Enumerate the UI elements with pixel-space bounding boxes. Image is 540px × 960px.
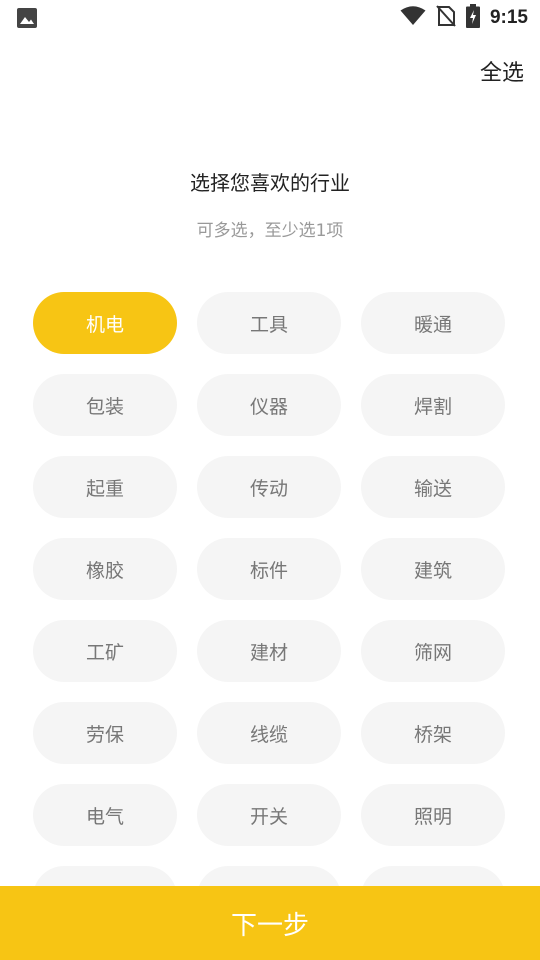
page-subtitle: 可多选，至少选1项 xyxy=(196,221,344,241)
page-title: 选择您喜欢的行业 xyxy=(190,171,350,195)
industry-chip[interactable]: 机电 xyxy=(33,292,177,354)
select-all-button[interactable]: 全选 xyxy=(480,55,524,87)
status-icons: 9:15 xyxy=(400,4,528,32)
industry-chip[interactable]: 工具 xyxy=(197,292,341,354)
industry-chip[interactable]: 桥架 xyxy=(361,702,505,764)
industry-chip[interactable]: 建材 xyxy=(197,620,341,682)
industry-chip[interactable] xyxy=(361,866,505,886)
industry-chip[interactable]: 工矿 xyxy=(33,620,177,682)
industry-list: 机电 工具 暖通包装 仪器 焊割起重 传动 输送橡胶 标件 建筑工矿 建材 筛网劳保 线缆 桥架电气 开关… xyxy=(0,286,540,886)
industry-chip[interactable]: 电气 xyxy=(33,784,177,846)
industry-chip[interactable]: 开关 xyxy=(197,784,341,846)
industry-grid: 机电 工具 暖通包装 仪器 焊割起重 传动 输送橡胶 标件 建筑工矿 建材 筛网劳保 线缆 桥架电气 开关… xyxy=(33,292,505,886)
industry-chip[interactable]: 输送 xyxy=(361,456,505,518)
industry-chip[interactable]: 筛网 xyxy=(361,620,505,682)
industry-chip[interactable]: 焊割 xyxy=(361,374,505,436)
industry-chip[interactable]: 标件 xyxy=(197,538,341,600)
industry-chip[interactable]: 线缆 xyxy=(197,702,341,764)
wifi-icon xyxy=(400,6,426,30)
industry-selection-screen: 9:15 全选 选择您喜欢的行业 可多选，至少选1项 机电 工具 暖通包装 仪器 焊割起… xyxy=(0,0,540,960)
no-sim-icon xyxy=(436,5,456,31)
industry-chip[interactable]: 包装 xyxy=(33,374,177,436)
industry-chip[interactable]: 起重 xyxy=(33,456,177,518)
status-bar: 9:15 xyxy=(0,0,540,36)
industry-chip[interactable]: 劳保 xyxy=(33,702,177,764)
industry-chip[interactable] xyxy=(197,866,341,886)
next-step-button[interactable]: 下一步 xyxy=(0,886,540,960)
industry-chip[interactable]: 暖通 xyxy=(361,292,505,354)
image-icon xyxy=(16,7,38,29)
industry-chip[interactable]: 传动 xyxy=(197,456,341,518)
industry-chip[interactable]: 建筑 xyxy=(361,538,505,600)
status-time: 9:15 xyxy=(489,7,528,28)
industry-chip[interactable] xyxy=(33,866,177,886)
battery-charging-icon xyxy=(465,4,480,32)
industry-chip[interactable]: 照明 xyxy=(361,784,505,846)
industry-chip[interactable]: 仪器 xyxy=(197,374,341,436)
industry-chip[interactable]: 橡胶 xyxy=(33,538,177,600)
